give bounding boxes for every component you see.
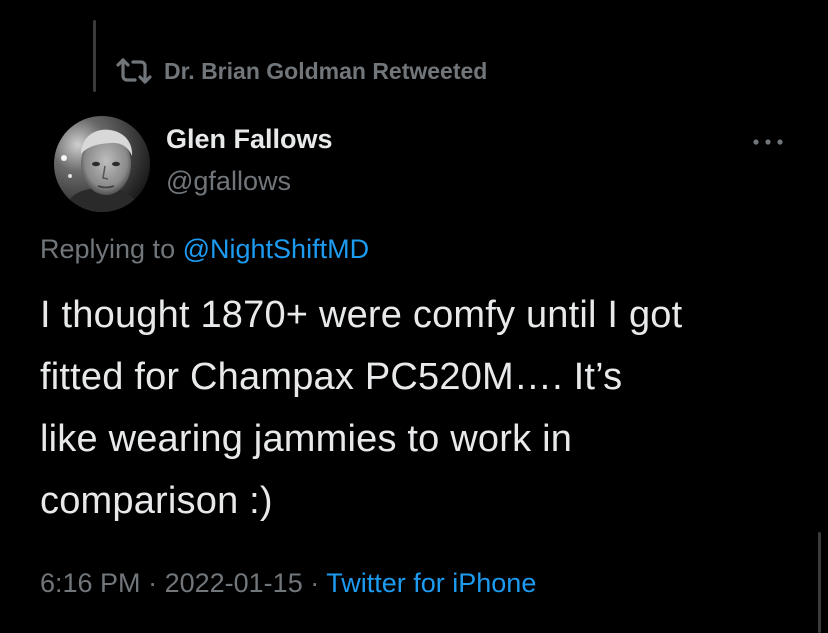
meta-separator: · bbox=[148, 568, 158, 598]
avatar[interactable] bbox=[54, 116, 150, 212]
tweet-time[interactable]: 6:16 PM bbox=[40, 568, 141, 598]
scrollbar[interactable] bbox=[818, 532, 821, 633]
thread-connector-line bbox=[93, 20, 96, 92]
tweet-metadata: 6:16 PM · 2022-01-15 · Twitter for iPhon… bbox=[40, 568, 536, 599]
replying-to-label: Replying to bbox=[40, 234, 176, 264]
more-horizontal-icon bbox=[752, 133, 784, 151]
tweet-date[interactable]: 2022-01-15 bbox=[165, 568, 303, 598]
meta-separator: · bbox=[310, 568, 320, 598]
retweeted-by-label: Dr. Brian Goldman Retweeted bbox=[164, 57, 488, 84]
retweet-icon bbox=[114, 56, 154, 86]
tweet-source-link[interactable]: Twitter for iPhone bbox=[326, 568, 536, 598]
more-options-button[interactable] bbox=[748, 130, 788, 154]
replying-to: Replying to @NightShiftMD bbox=[40, 234, 369, 265]
author-display-name[interactable]: Glen Fallows bbox=[166, 124, 333, 155]
author-handle[interactable]: @gfallows bbox=[166, 166, 291, 197]
retweet-header[interactable]: Dr. Brian Goldman Retweeted bbox=[114, 54, 487, 88]
tweet-body: I thought 1870+ were comfy until I got f… bbox=[40, 294, 683, 522]
replying-to-handle-link[interactable]: @NightShiftMD bbox=[183, 234, 369, 264]
